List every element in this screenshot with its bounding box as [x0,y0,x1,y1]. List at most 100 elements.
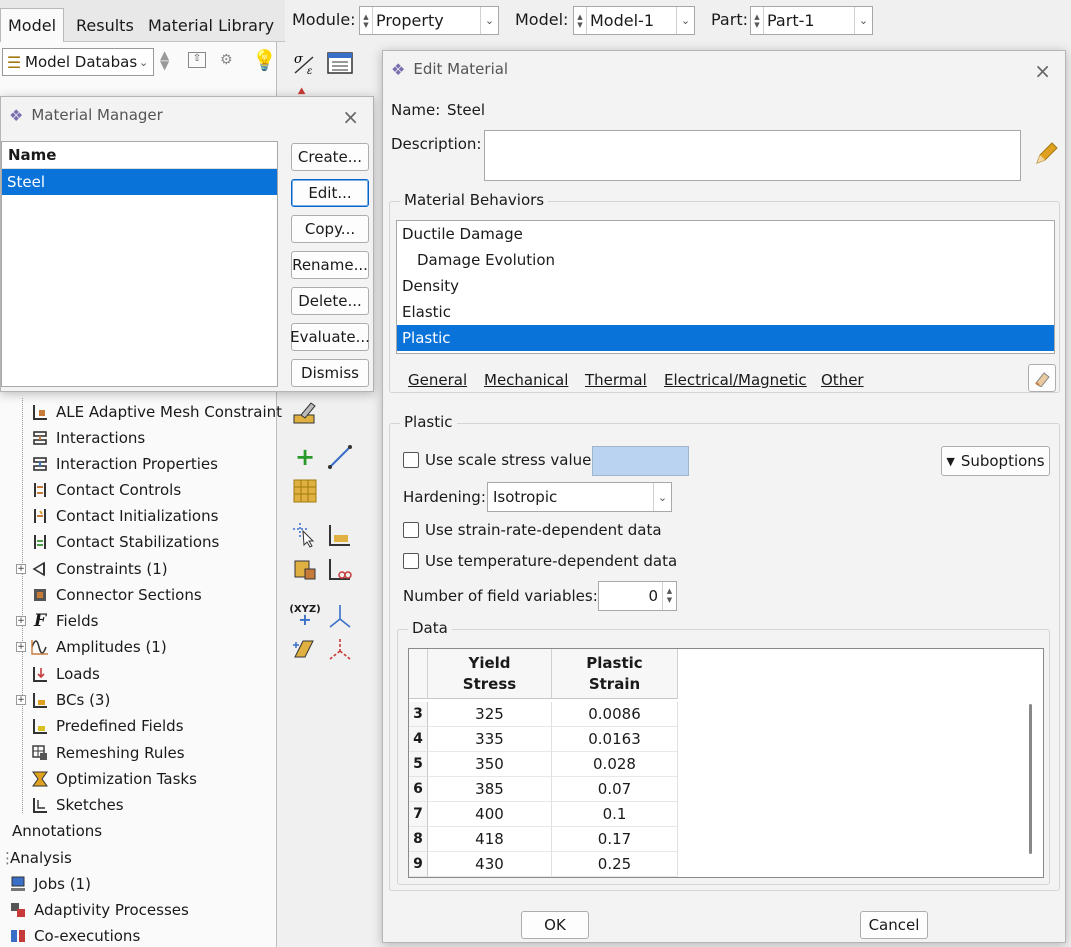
create-button[interactable]: Create... [291,143,369,171]
behavior-density[interactable]: Density [397,273,1054,299]
expand-fields-icon[interactable]: + [16,616,26,626]
tree-item-adaptivity-processes[interactable]: Adaptivity Processes [8,897,189,923]
checkbox-box[interactable] [403,553,419,569]
assign-section-icon[interactable] [288,396,322,430]
menu-general[interactable]: General [408,371,467,389]
tree-item-interactions[interactable]: Interactions [30,425,145,451]
expand-amplitudes-icon[interactable]: + [16,642,26,652]
close-icon[interactable]: × [1034,59,1051,83]
row-number[interactable]: 3 [409,702,428,727]
scale-stress-input[interactable] [592,446,689,476]
menu-electrical-magnetic[interactable]: Electrical/Magnetic [664,371,807,389]
cell-plastic-strain[interactable]: 0.17 [552,827,678,852]
lightbulb-icon[interactable]: 💡 [252,48,277,72]
tree-item-co-executions[interactable]: Co-executions [8,923,140,947]
tree-item-jobs[interactable]: Jobs (1) [8,871,91,897]
tree-item-bcs[interactable]: BCs (3) [30,687,110,713]
row-number[interactable]: 8 [409,827,428,852]
chevron-down-icon[interactable]: ⌄ [854,7,872,34]
temperature-checkbox[interactable]: Use temperature-dependent data [403,552,677,570]
tree-item-constraints[interactable]: Constraints (1) [30,556,168,582]
tree-item-loads[interactable]: Loads [30,661,100,687]
dismiss-button[interactable]: Dismiss [291,359,369,387]
filter-tree-icon[interactable]: ⚙ [220,52,233,68]
tree-item-analysis[interactable]: ⋮ Analysis [0,845,72,871]
module-combo[interactable]: ▲ ▼ Property ⌄ [359,6,499,35]
axis-icon[interactable] [323,598,357,632]
copy-button[interactable]: Copy... [291,215,369,243]
cell-yield-stress[interactable]: 335 [428,727,552,752]
expand-constraints-icon[interactable]: + [16,564,26,574]
tree-item-contact-controls[interactable]: Contact Controls [30,477,181,503]
behavior-plastic[interactable]: Plastic [397,325,1054,351]
tree-item-ale-constraint[interactable]: ALE Adaptive Mesh Constraint [30,399,282,425]
checkbox-box[interactable] [403,522,419,538]
row-number[interactable]: 7 [409,802,428,827]
row-number[interactable]: 5 [409,752,428,777]
menu-other[interactable]: Other [821,371,864,389]
pencil-icon[interactable] [1033,141,1059,171]
cancel-button[interactable]: Cancel [860,911,928,939]
stack-icon[interactable] [288,552,322,586]
module-spin-icon[interactable]: ▲ ▼ [360,7,373,34]
behavior-ductile-damage[interactable]: Ductile Damage [397,221,1054,247]
create-material-icon[interactable]: σε [288,46,322,80]
behavior-damage-evolution[interactable]: Damage Evolution [397,247,1054,273]
chevron-down-icon[interactable]: ⌄ [480,7,498,34]
part-combo[interactable]: ▲ ▼ Part-1 ⌄ [750,6,873,35]
tree-item-optimization-tasks[interactable]: Optimization Tasks [30,766,197,792]
edit-button[interactable]: Edit... [291,179,369,207]
hardening-combo[interactable]: Isotropic ⌄ [487,482,672,512]
expand-bcs-icon[interactable]: + [16,695,26,705]
menu-thermal[interactable]: Thermal [585,371,647,389]
tab-results[interactable]: Results [68,8,142,42]
datum-csys-icon[interactable]: (XYZ) + [288,598,322,632]
strain-rate-checkbox[interactable]: Use strain-rate-dependent data [403,521,662,539]
datum-plane-icon[interactable] [288,632,322,666]
tree-item-contact-initializations[interactable]: Contact Initializations [30,503,218,529]
query-pick-icon[interactable] [288,518,322,552]
model-spin-icon[interactable]: ▲ ▼ [574,7,587,34]
tab-model[interactable]: Model [0,8,65,42]
tree-item-amplitudes[interactable]: Amplitudes (1) [30,634,167,660]
delete-button[interactable]: Delete... [291,287,369,315]
description-field[interactable] [484,130,1021,181]
model-database-combo[interactable]: ☰ Model Databas ⌄ [2,48,154,76]
model-combo[interactable]: ▲ ▼ Model-1 ⌄ [573,6,695,35]
cell-yield-stress[interactable]: 418 [428,827,552,852]
column-header-yield-stress[interactable]: Yield Stress [428,649,552,699]
row-number[interactable]: 6 [409,777,428,802]
cell-yield-stress[interactable]: 325 [428,702,552,727]
cell-plastic-strain[interactable]: 0.028 [552,752,678,777]
field-vars-spinbox[interactable]: 0 ▲ ▼ [598,581,677,611]
up-down-arrows-icon[interactable]: ▲ ▼ [160,49,169,71]
cell-yield-stress[interactable]: 350 [428,752,552,777]
cell-plastic-strain[interactable]: 0.0163 [552,727,678,752]
spin-arrows-icon[interactable]: ▲ ▼ [662,582,676,610]
tree-item-predefined-fields[interactable]: Predefined Fields [30,713,184,739]
suboptions-button[interactable]: ▼ Suboptions [941,446,1050,476]
part-spin-icon[interactable]: ▲ ▼ [751,7,764,34]
behavior-elastic[interactable]: Elastic [397,299,1054,325]
tree-item-remeshing-rules[interactable]: Remeshing Rules [30,740,185,766]
chevron-down-icon[interactable]: ⌄ [139,56,153,69]
cell-yield-stress[interactable]: 400 [428,802,552,827]
row-number[interactable]: 4 [409,727,428,752]
cell-yield-stress[interactable]: 385 [428,777,552,802]
material-row-steel[interactable]: Steel [2,169,277,195]
tree-item-interaction-properties[interactable]: Interaction Properties [30,451,218,477]
tree-item-annotations[interactable]: Annotations [12,818,102,844]
partition-icon[interactable] [323,518,357,552]
evaluate-button[interactable]: Evaluate... [290,323,370,351]
csys-icon[interactable] [323,632,357,666]
tree-item-fields[interactable]: F Fields [30,608,98,634]
scale-stress-checkbox[interactable]: Use scale stress value: [403,451,596,469]
chevron-down-icon[interactable]: ⌄ [676,7,694,34]
table-scrollbar[interactable] [1029,704,1032,854]
cell-plastic-strain[interactable]: 0.1 [552,802,678,827]
checkbox-box[interactable] [403,452,419,468]
menu-mechanical[interactable]: Mechanical [484,371,568,389]
datum-line-icon[interactable] [323,440,357,474]
close-icon[interactable]: × [342,105,359,129]
rename-button[interactable]: Rename... [291,251,369,279]
